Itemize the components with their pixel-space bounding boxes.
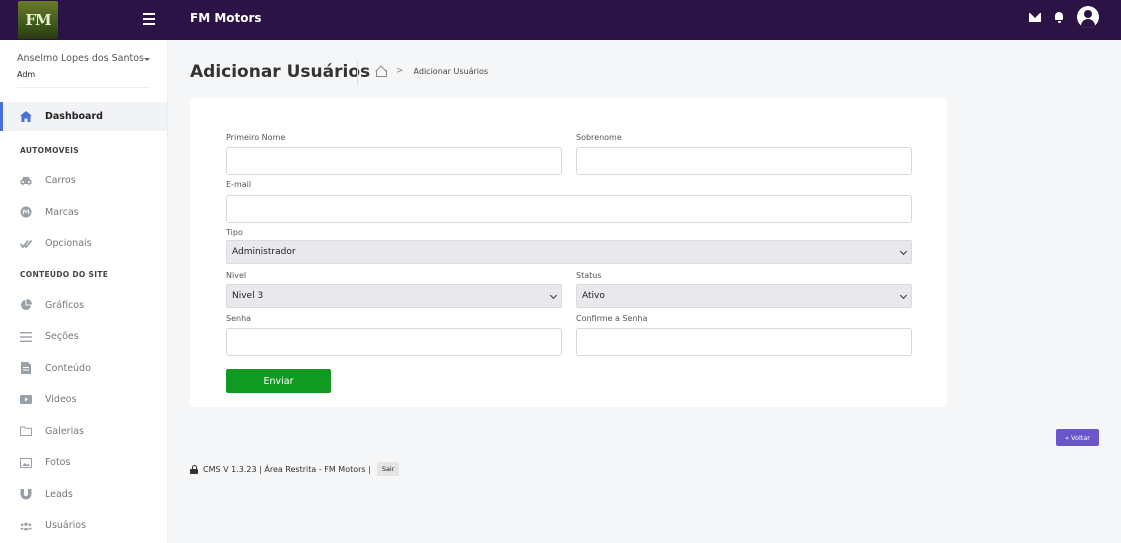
first-name-field[interactable] — [226, 147, 562, 175]
back-button[interactable]: « Voltar — [1056, 429, 1099, 446]
sidebar-item-dashboard[interactable]: Dashboard — [0, 102, 167, 131]
check-double-icon — [20, 238, 32, 250]
folder-icon — [20, 425, 32, 437]
file-icon — [20, 362, 32, 375]
confirm-password-field[interactable] — [576, 328, 912, 356]
brand-badge-icon — [20, 206, 32, 218]
menu-toggle-icon[interactable] — [143, 12, 155, 26]
user-form-card: Primeiro Nome Sobrenome E-mail Tipo Admi… — [190, 98, 947, 407]
profile-block[interactable]: Anselmo Lopes dos Santos Adm — [0, 40, 167, 102]
submit-button[interactable]: Enviar — [226, 369, 331, 393]
sidebar-item-label: Dashboard — [45, 111, 103, 122]
sidebar-item-carros[interactable]: Carros — [0, 165, 167, 197]
video-icon — [20, 394, 32, 406]
sidebar-item-opcionais[interactable]: Opcionais — [0, 228, 167, 260]
brand-area: FM — [0, 0, 168, 40]
divider — [17, 87, 150, 88]
sidebar-item-label: Galerias — [45, 425, 84, 437]
email-label: E-mail — [226, 180, 252, 189]
chevron-down-icon — [899, 247, 908, 256]
sidebar-item-label: Gráficos — [45, 299, 85, 311]
sidebar-item-label: Conteúdo — [45, 362, 91, 374]
section-conteudo: CONTEÚDO DO SITE — [20, 270, 109, 279]
divider — [357, 60, 358, 86]
page-title: Adicionar Usuários — [190, 62, 371, 82]
sidebar-item-secoes[interactable]: Seções — [0, 321, 167, 353]
sidebar-item-label: Fotos — [45, 457, 71, 469]
first-name-label: Primeiro Nome — [226, 133, 286, 142]
sidebar-item-graficos[interactable]: Gráficos — [0, 290, 167, 322]
top-bar: FM FM Motors — [0, 0, 1121, 40]
type-select[interactable]: Administrador — [226, 240, 912, 264]
email-field[interactable] — [226, 195, 912, 223]
footer-text: CMS V 1.3.23 | Área Restrita - FM Motors… — [203, 464, 371, 474]
chevron-right-icon: > — [396, 66, 404, 76]
list-icon — [20, 331, 32, 343]
status-label: Status — [576, 271, 602, 280]
sidebar-item-label: Carros — [45, 175, 76, 187]
breadcrumb: > Adicionar Usuários — [375, 66, 489, 77]
bell-icon[interactable] — [1054, 11, 1064, 23]
type-label: Tipo — [226, 228, 243, 237]
logo[interactable]: FM — [18, 1, 58, 39]
section-automoveis: AUTOMOVEIS — [20, 145, 79, 155]
level-label: Nivel — [226, 271, 247, 280]
users-icon — [20, 520, 32, 532]
sidebar-item-label: Marcas — [45, 206, 79, 218]
chevron-down-icon — [899, 291, 908, 300]
logo-text: FM — [25, 11, 51, 29]
footer: CMS V 1.3.23 | Área Restrita - FM Motors… — [190, 462, 400, 476]
confirm-password-label: Confirme a Senha — [576, 314, 648, 323]
magnet-icon — [20, 488, 32, 500]
last-name-label: Sobrenome — [576, 133, 622, 142]
sidebar-item-videos[interactable]: Videos — [0, 384, 167, 416]
sidebar-item-label: Usuários — [45, 520, 87, 532]
status-select[interactable]: Ativo — [576, 284, 912, 308]
home-icon — [20, 111, 32, 123]
pie-chart-icon — [20, 299, 32, 311]
app-title: FM Motors — [190, 11, 262, 25]
password-label: Senha — [226, 314, 252, 323]
sidebar-item-usuarios[interactable]: Usuários — [0, 510, 167, 542]
type-select-value: Administrador — [232, 247, 296, 257]
sidebar: Anselmo Lopes dos Santos Adm Dashboard A… — [0, 40, 168, 543]
envelope-icon[interactable] — [1029, 12, 1041, 22]
profile-name: Anselmo Lopes dos Santos — [17, 53, 144, 64]
sidebar-item-fotos[interactable]: Fotos — [0, 447, 167, 479]
sidebar-item-marcas[interactable]: Marcas — [0, 197, 167, 229]
sidebar-item-label: Opcionais — [45, 238, 92, 250]
user-circle-icon[interactable] — [1077, 6, 1099, 28]
home-icon[interactable] — [375, 66, 387, 77]
sidebar-item-leads[interactable]: Leads — [0, 479, 167, 511]
logout-button[interactable]: Sair — [376, 462, 400, 476]
sidebar-item-conteudo[interactable]: Conteúdo — [0, 353, 167, 385]
status-select-value: Ativo — [582, 291, 605, 301]
last-name-field[interactable] — [576, 147, 912, 175]
sidebar-item-galerias[interactable]: Galerias — [0, 416, 167, 448]
lock-icon — [190, 464, 198, 474]
image-icon — [20, 457, 32, 469]
car-icon — [20, 175, 32, 187]
breadcrumb-current: Adicionar Usuários — [413, 66, 489, 76]
profile-role: Adm — [17, 70, 36, 79]
level-select-value: Nivel 3 — [232, 291, 264, 301]
sidebar-item-label: Seções — [45, 331, 79, 343]
level-select[interactable]: Nivel 3 — [226, 284, 562, 308]
chevron-down-icon — [549, 291, 558, 300]
sidebar-item-label: Leads — [45, 488, 73, 500]
sidebar-item-label: Videos — [45, 394, 77, 406]
top-icons — [1029, 6, 1099, 28]
password-field[interactable] — [226, 328, 562, 356]
profile-dropdown-icon[interactable] — [144, 58, 150, 61]
